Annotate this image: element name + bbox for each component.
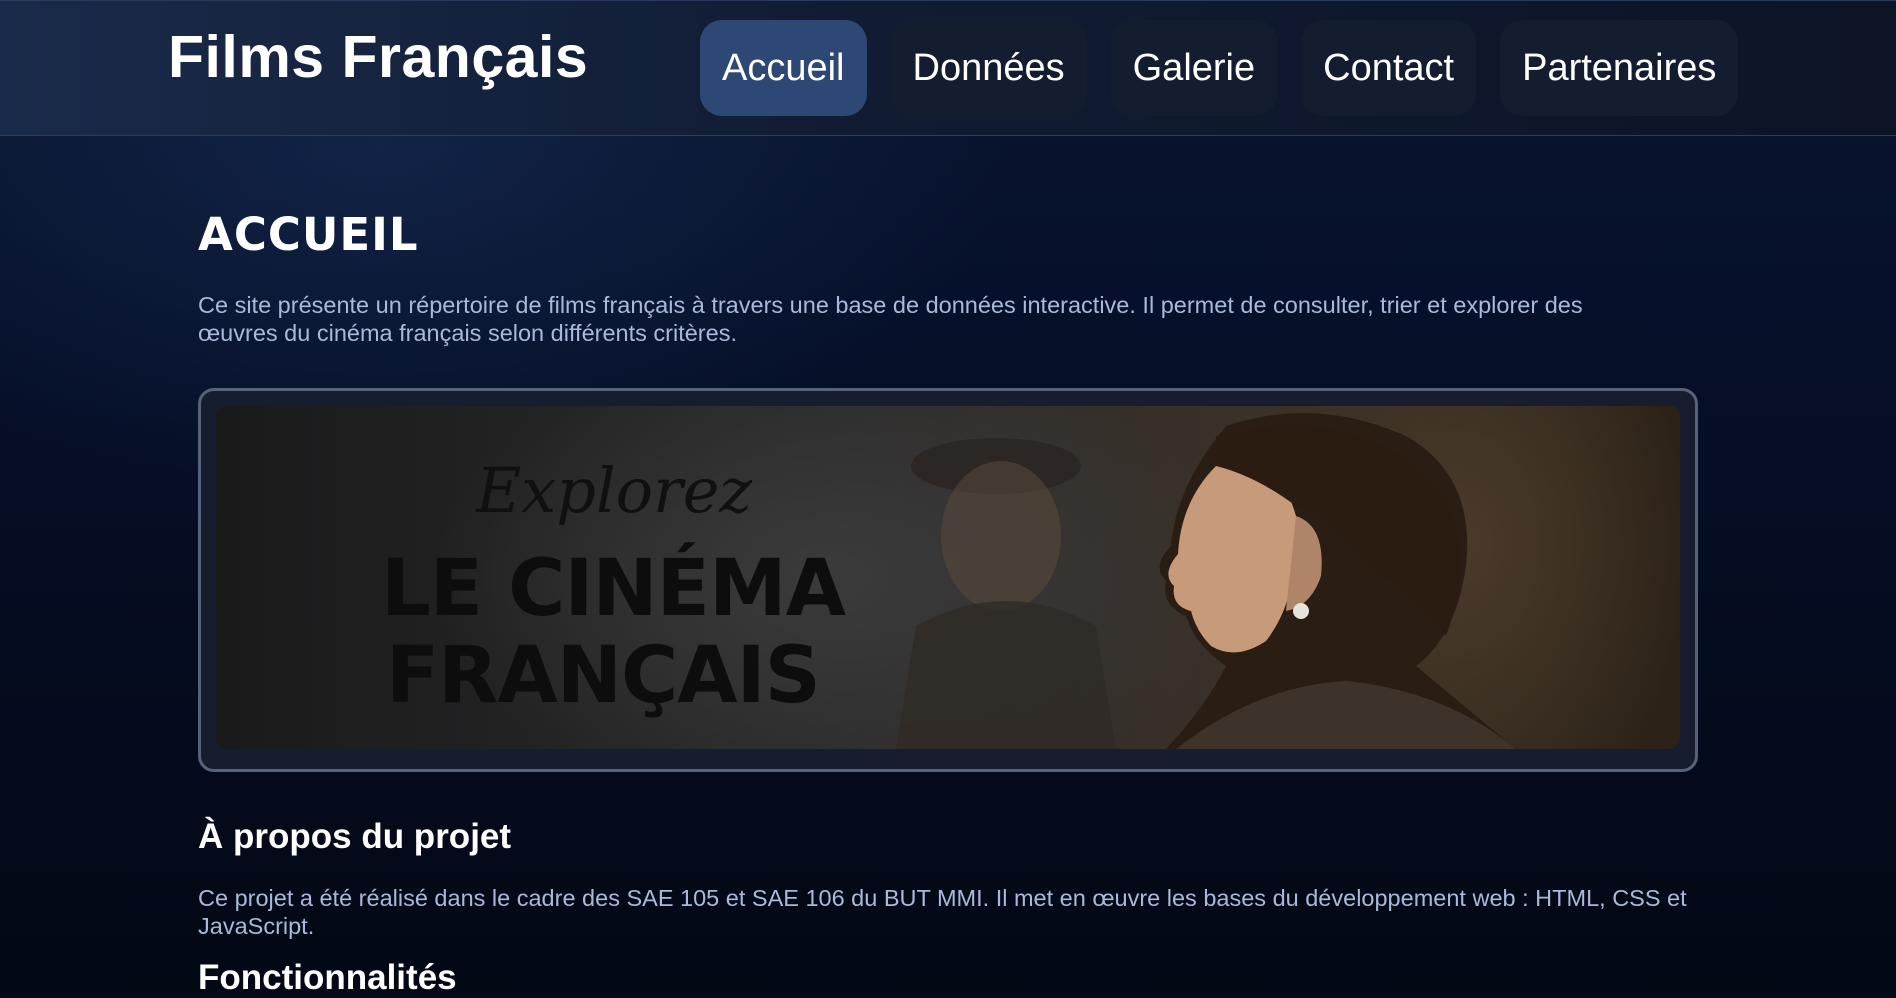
main-nav: Accueil Données Galerie Contact Partenai…	[700, 20, 1739, 116]
banner-frame: Explorez LE CINÉMA FRANÇAIS	[198, 388, 1698, 772]
nav-item-donnees[interactable]: Données	[890, 20, 1087, 116]
main-content: ACCUEIL Ce site présente un répertoire d…	[198, 136, 1698, 997]
banner-headline-line1: LE CINÉMA	[381, 544, 846, 634]
intro-text: Ce site présente un répertoire de films …	[198, 292, 1583, 346]
site-title[interactable]: Films Français	[168, 23, 588, 91]
features-title: Fonctionnalités	[198, 958, 457, 997]
banner-headline-line2: FRANÇAIS	[386, 631, 821, 721]
nav-item-galerie[interactable]: Galerie	[1110, 20, 1278, 116]
nav-item-accueil[interactable]: Accueil	[700, 20, 867, 116]
page-title: ACCUEIL	[198, 208, 419, 261]
about-title: À propos du projet	[198, 817, 512, 856]
nav-item-contact[interactable]: Contact	[1301, 20, 1477, 116]
banner-script-text: Explorez	[476, 454, 753, 527]
nav-item-partenaires[interactable]: Partenaires	[1500, 20, 1739, 116]
site-header: Films Français Accueil Données Galerie C…	[0, 0, 1896, 136]
banner-image: Explorez LE CINÉMA FRANÇAIS	[216, 406, 1680, 749]
about-text: Ce projet a été réalisé dans le cadre de…	[198, 885, 1687, 939]
